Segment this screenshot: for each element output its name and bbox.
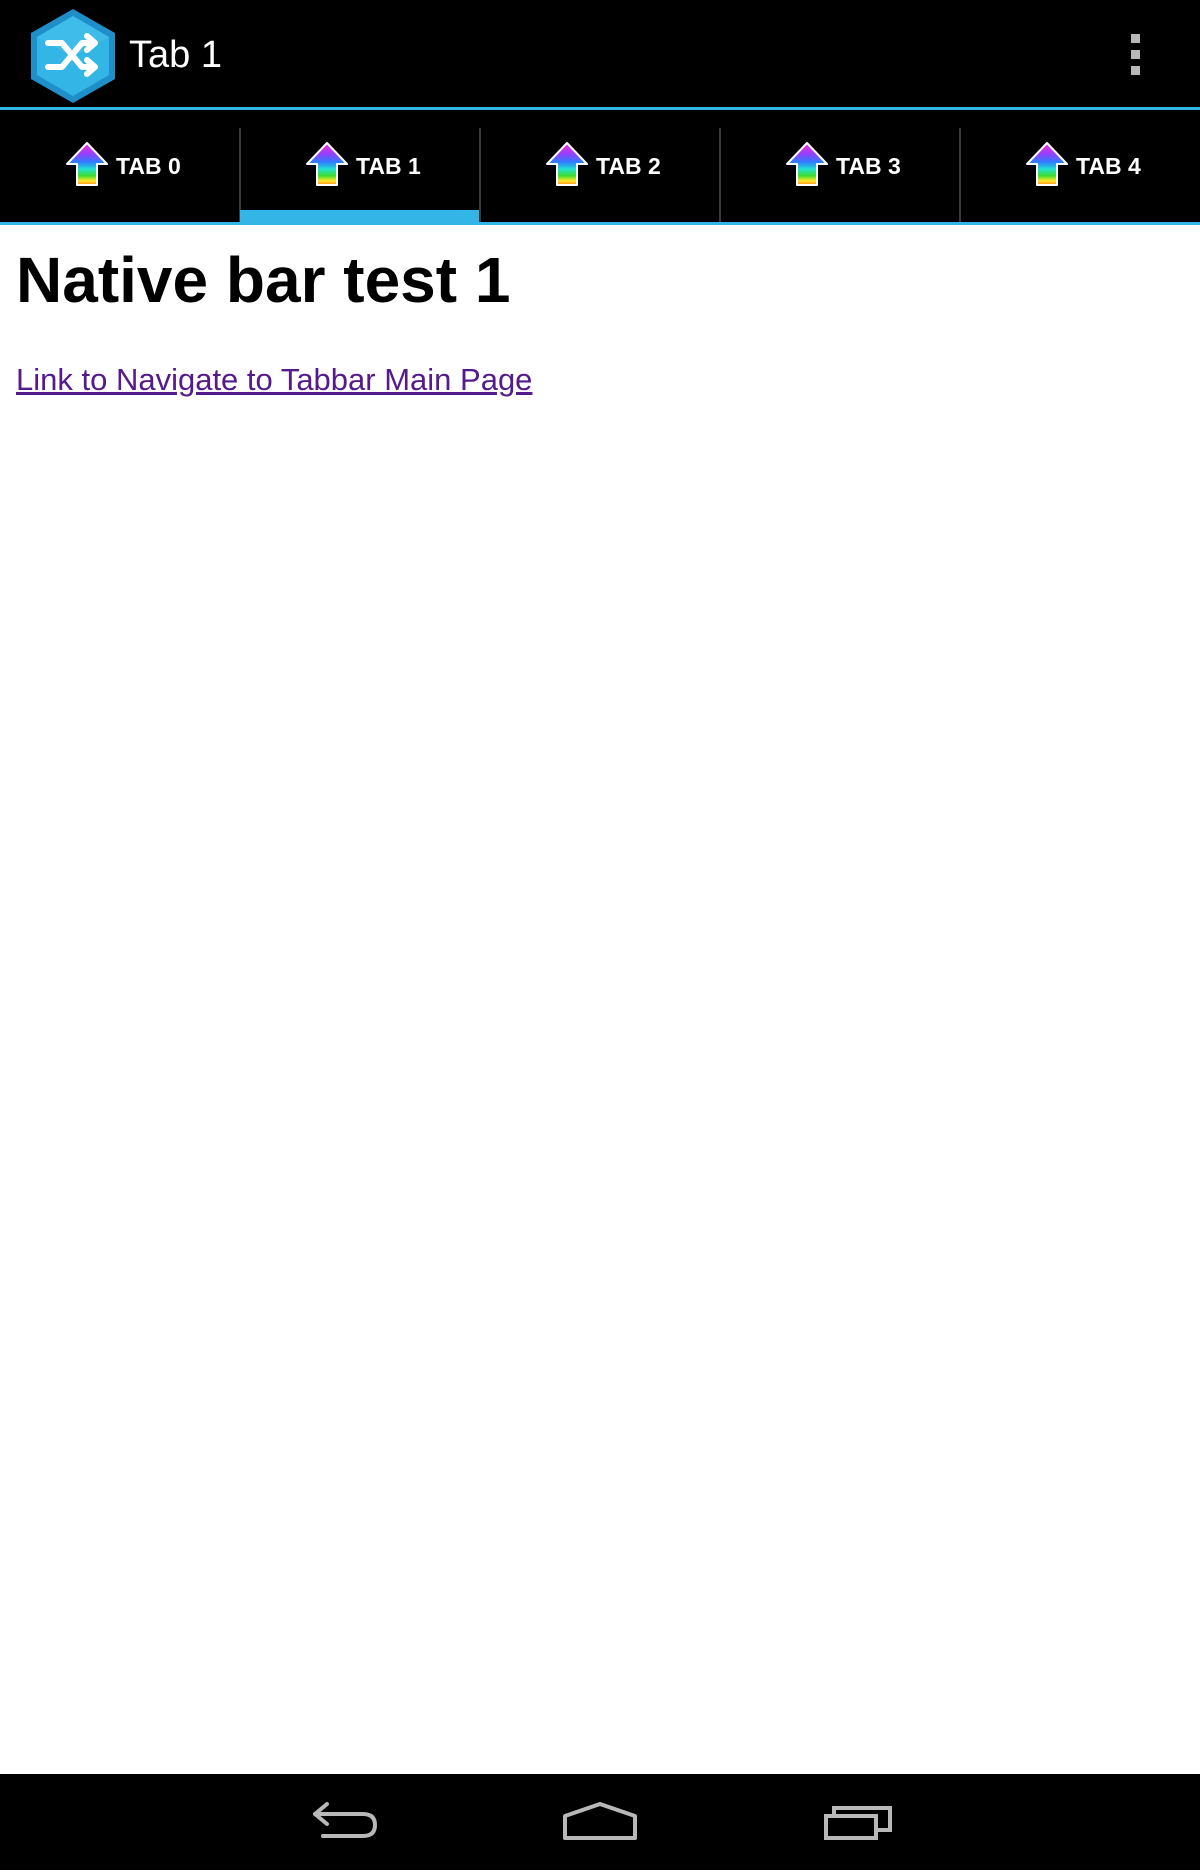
tab-bar: TAB 0 TAB 1 TAB 2 TAB 3 TAB 4 <box>0 110 1200 225</box>
tab-2[interactable]: TAB 2 <box>480 110 720 222</box>
recent-apps-button[interactable] <box>808 1774 908 1870</box>
selected-tab-indicator <box>240 210 480 222</box>
tab-label: TAB 2 <box>596 153 661 179</box>
back-icon <box>313 1802 377 1838</box>
tab-label: TAB 4 <box>1076 153 1141 179</box>
action-bar: Tab 1 <box>0 0 1200 110</box>
tab-4[interactable]: TAB 4 <box>960 110 1200 222</box>
rainbow-up-arrow-icon <box>1026 142 1068 186</box>
tab-label: TAB 1 <box>356 153 421 179</box>
tab-0[interactable]: TAB 0 <box>0 110 240 222</box>
home-button[interactable] <box>550 1774 650 1870</box>
rainbow-up-arrow-icon <box>546 142 588 186</box>
tab-label: TAB 3 <box>836 153 901 179</box>
recent-apps-icon <box>824 1806 892 1840</box>
app-title: Tab 1 <box>129 34 222 76</box>
tabbar-main-page-link[interactable]: Link to Navigate to Tabbar Main Page <box>16 360 532 400</box>
rainbow-up-arrow-icon <box>66 142 108 186</box>
page-heading: Native bar test 1 <box>16 244 511 316</box>
shuffle-hexagon-icon[interactable] <box>26 7 120 103</box>
back-button[interactable] <box>293 1774 393 1870</box>
system-navigation-bar <box>0 1774 1200 1870</box>
tab-label: TAB 0 <box>116 153 181 179</box>
overflow-menu-icon[interactable] <box>1115 30 1155 80</box>
tab-3[interactable]: TAB 3 <box>720 110 960 222</box>
home-icon <box>563 1802 637 1840</box>
rainbow-up-arrow-icon <box>306 142 348 186</box>
rainbow-up-arrow-icon <box>786 142 828 186</box>
tab-1[interactable]: TAB 1 <box>240 110 480 222</box>
